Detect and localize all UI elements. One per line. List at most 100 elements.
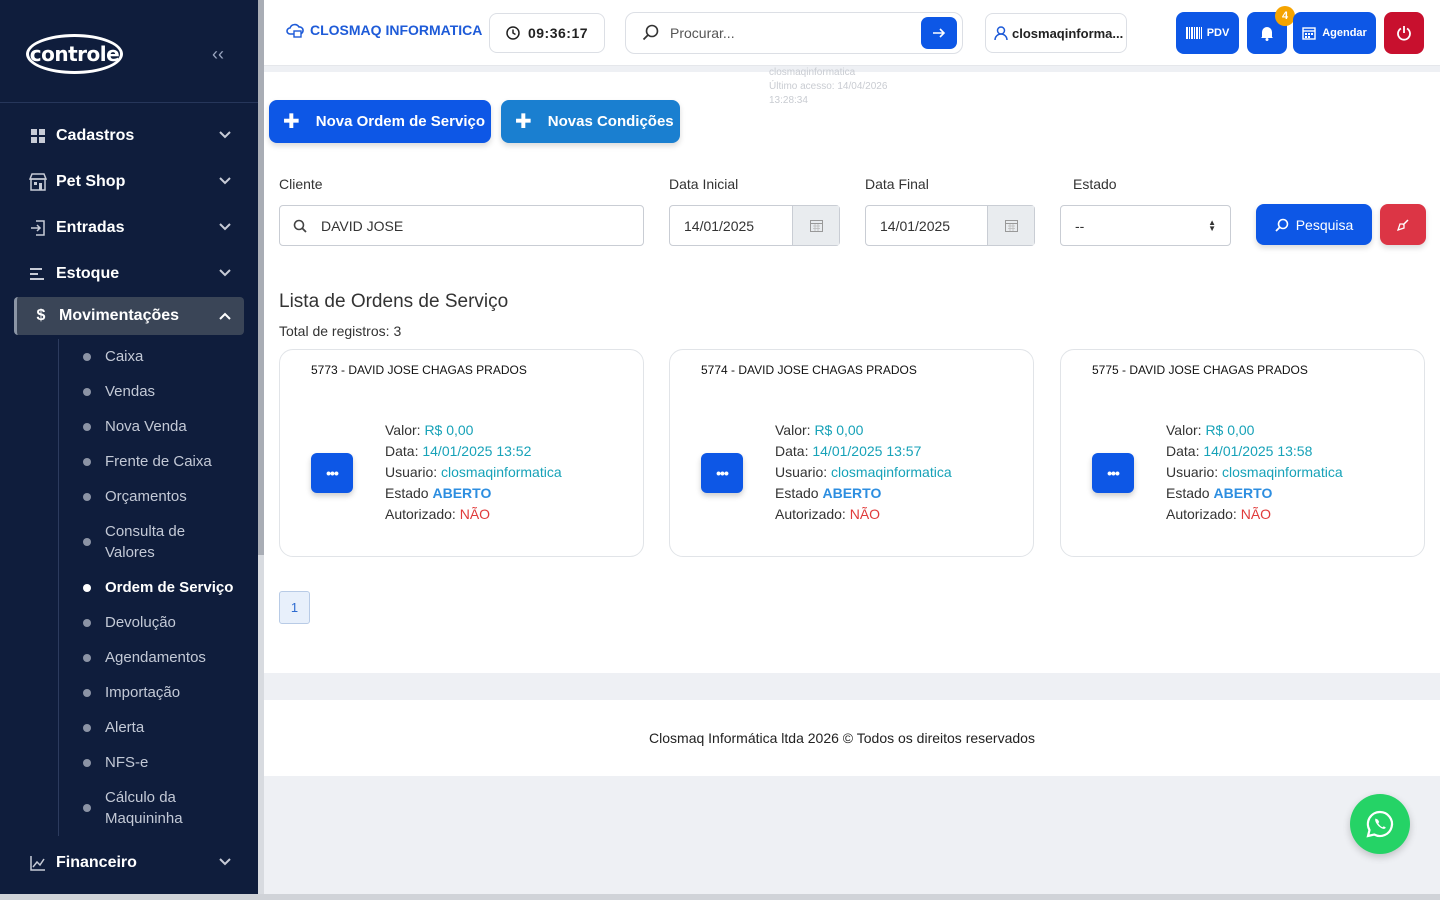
user-menu[interactable]: closmaqinforma... bbox=[985, 13, 1127, 53]
sidebar-item-movimentacoes[interactable]: $ Movimentações bbox=[14, 297, 244, 335]
submenu-item-ordem-de-servico[interactable]: Ordem de Serviço bbox=[59, 570, 258, 605]
order-details: Valor: R$ 0,00 Data: 14/01/2025 13:57 Us… bbox=[775, 420, 952, 525]
bullet-icon bbox=[83, 723, 91, 732]
order-usuario: closmaqinformatica bbox=[441, 464, 562, 480]
clock: 09:36:17 bbox=[489, 13, 605, 53]
submenu-label: Devolução bbox=[105, 614, 176, 631]
calendar-icon[interactable] bbox=[987, 206, 1034, 245]
cliente-field[interactable]: DAVID JOSE bbox=[279, 205, 644, 246]
clock-time: 09:36:17 bbox=[527, 25, 589, 41]
data-final-field[interactable]: 14/01/2025 bbox=[865, 205, 1035, 246]
whatsapp-icon bbox=[1366, 810, 1394, 838]
more-options-button[interactable]: ••• bbox=[311, 453, 353, 493]
cliente-label: Cliente bbox=[279, 176, 323, 192]
bullet-icon bbox=[83, 804, 91, 812]
pdv-button[interactable]: PDV bbox=[1176, 12, 1239, 54]
sidebar-item-label: Cadastros bbox=[56, 127, 135, 144]
submenu-item-caixa[interactable]: Caixa bbox=[59, 339, 258, 374]
submenu-item-importacao[interactable]: Importação bbox=[59, 675, 258, 710]
sidebar-item-estoque[interactable]: Estoque bbox=[0, 251, 258, 297]
submenu-item-nova-venda[interactable]: Nova Venda bbox=[59, 409, 258, 444]
sidebar-item-entradas[interactable]: Entradas bbox=[0, 205, 258, 251]
pesquisa-button[interactable]: Pesquisa bbox=[1256, 204, 1372, 245]
user-tooltip-name: closmaqinformatica bbox=[769, 67, 856, 78]
usuario-label: Usuario: bbox=[385, 464, 438, 480]
calendar-icon[interactable] bbox=[792, 206, 839, 245]
service-order-card: 5773 - DAVID JOSE CHAGAS PRADOS ••• Valo… bbox=[279, 349, 644, 557]
usuario-label: Usuario: bbox=[1166, 464, 1219, 480]
agendar-button[interactable]: Agendar bbox=[1293, 12, 1376, 54]
submenu-item-consulta-de-valores[interactable]: Consulta de Valores bbox=[59, 514, 258, 570]
submenu-label: Importação bbox=[105, 684, 181, 701]
usuario-label: Usuario: bbox=[775, 464, 828, 480]
estado-select[interactable]: -- ▲ ▼ bbox=[1060, 205, 1231, 246]
chevron-down-icon bbox=[219, 177, 231, 185]
data-label: Data: bbox=[1166, 443, 1200, 459]
login-icon bbox=[28, 218, 48, 238]
search-submit-button[interactable] bbox=[921, 17, 957, 49]
horizontal-scrollbar[interactable] bbox=[0, 894, 1440, 900]
submenu-item-nfs-e[interactable]: NFS-e bbox=[59, 745, 258, 780]
bullet-icon bbox=[83, 387, 91, 396]
sidebar-item-financeiro[interactable]: Financeiro bbox=[0, 840, 258, 886]
list-icon bbox=[28, 264, 48, 284]
order-autorizado: NÃO bbox=[849, 506, 881, 522]
sidebar-item-cadastros[interactable]: Cadastros bbox=[0, 113, 258, 159]
clear-filters-button[interactable] bbox=[1380, 204, 1426, 245]
power-icon bbox=[1397, 26, 1411, 41]
order-estado: ABERTO bbox=[822, 485, 882, 501]
clock-icon bbox=[506, 26, 520, 40]
data-final-label: Data Final bbox=[865, 176, 929, 192]
submenu-item-frente-de-caixa[interactable]: Frente de Caixa bbox=[59, 444, 258, 479]
submenu-item-alerta[interactable]: Alerta bbox=[59, 710, 258, 745]
cloud-icon bbox=[286, 23, 304, 38]
user-tooltip-last-access: Último acesso: 14/04/2026 13:28:34 bbox=[769, 81, 888, 106]
order-autorizado: NÃO bbox=[1240, 506, 1272, 522]
novas-condicoes-button[interactable]: ✚ Novas Condições bbox=[501, 100, 680, 143]
sidebar-item-pet-shop[interactable]: Pet Shop bbox=[0, 159, 258, 205]
collapse-sidebar-icon[interactable]: ‹‹ bbox=[212, 44, 224, 65]
list-title: Lista de Ordens de Serviço bbox=[279, 291, 509, 312]
more-options-button[interactable]: ••• bbox=[701, 453, 743, 493]
submenu-item-orcamentos[interactable]: Orçamentos bbox=[59, 479, 258, 514]
notifications-button[interactable]: 4 bbox=[1247, 6, 1295, 54]
logo[interactable]: controle bbox=[26, 34, 123, 74]
submenu-label: Agendamentos bbox=[105, 649, 206, 666]
data-inicial-field[interactable]: 14/01/2025 bbox=[669, 205, 840, 246]
submenu-item-devolucao[interactable]: Devolução bbox=[59, 605, 258, 640]
pesquisa-label: Pesquisa bbox=[1295, 216, 1354, 233]
submenu-label: Nova Venda bbox=[105, 418, 187, 435]
chevron-down-icon bbox=[219, 269, 231, 277]
order-valor: R$ 0,00 bbox=[814, 422, 864, 438]
user-tooltip: closmaqinformatica Último acesso: 14/04/… bbox=[705, 62, 889, 106]
grid-icon bbox=[28, 126, 48, 146]
data-label: Data: bbox=[385, 443, 419, 459]
total-label: Total de registros: bbox=[279, 323, 390, 339]
order-usuario: closmaqinformatica bbox=[831, 464, 952, 480]
store-icon bbox=[28, 172, 48, 192]
estado-value: -- bbox=[1075, 217, 1085, 234]
company-name: CLOSMAQ INFORMATICA bbox=[310, 22, 483, 38]
submenu-item-vendas[interactable]: Vendas bbox=[59, 374, 258, 409]
bullet-icon bbox=[83, 352, 91, 361]
service-order-card: 5774 - DAVID JOSE CHAGAS PRADOS ••• Valo… bbox=[669, 349, 1034, 557]
valor-label: Valor: bbox=[1166, 422, 1202, 438]
bullet-icon bbox=[83, 538, 91, 546]
submenu-item-agendamentos[interactable]: Agendamentos bbox=[59, 640, 258, 675]
logout-button[interactable] bbox=[1384, 12, 1424, 54]
submenu-item-calculo-maquininha[interactable]: Cálculo da Maquininha bbox=[59, 780, 258, 836]
search-input[interactable] bbox=[670, 23, 910, 43]
submenu-label: Frente de Caixa bbox=[105, 453, 212, 470]
order-header: 5774 - DAVID JOSE CHAGAS PRADOS bbox=[701, 363, 917, 377]
pagination-page-1[interactable]: 1 bbox=[279, 591, 310, 624]
order-data: 14/01/2025 13:52 bbox=[422, 443, 532, 459]
autorizado-label: Autorizado: bbox=[1166, 506, 1237, 522]
dollar-icon: $ bbox=[36, 307, 46, 324]
agendar-label: Agendar bbox=[1322, 27, 1367, 39]
estado-label: Estado bbox=[1166, 485, 1210, 501]
data-inicial-value: 14/01/2025 bbox=[684, 217, 755, 234]
more-options-button[interactable]: ••• bbox=[1092, 453, 1134, 493]
search-icon bbox=[1275, 218, 1289, 232]
whatsapp-button[interactable] bbox=[1350, 794, 1410, 854]
nova-ordem-servico-button[interactable]: ✚ Nova Ordem de Serviço bbox=[269, 100, 491, 143]
